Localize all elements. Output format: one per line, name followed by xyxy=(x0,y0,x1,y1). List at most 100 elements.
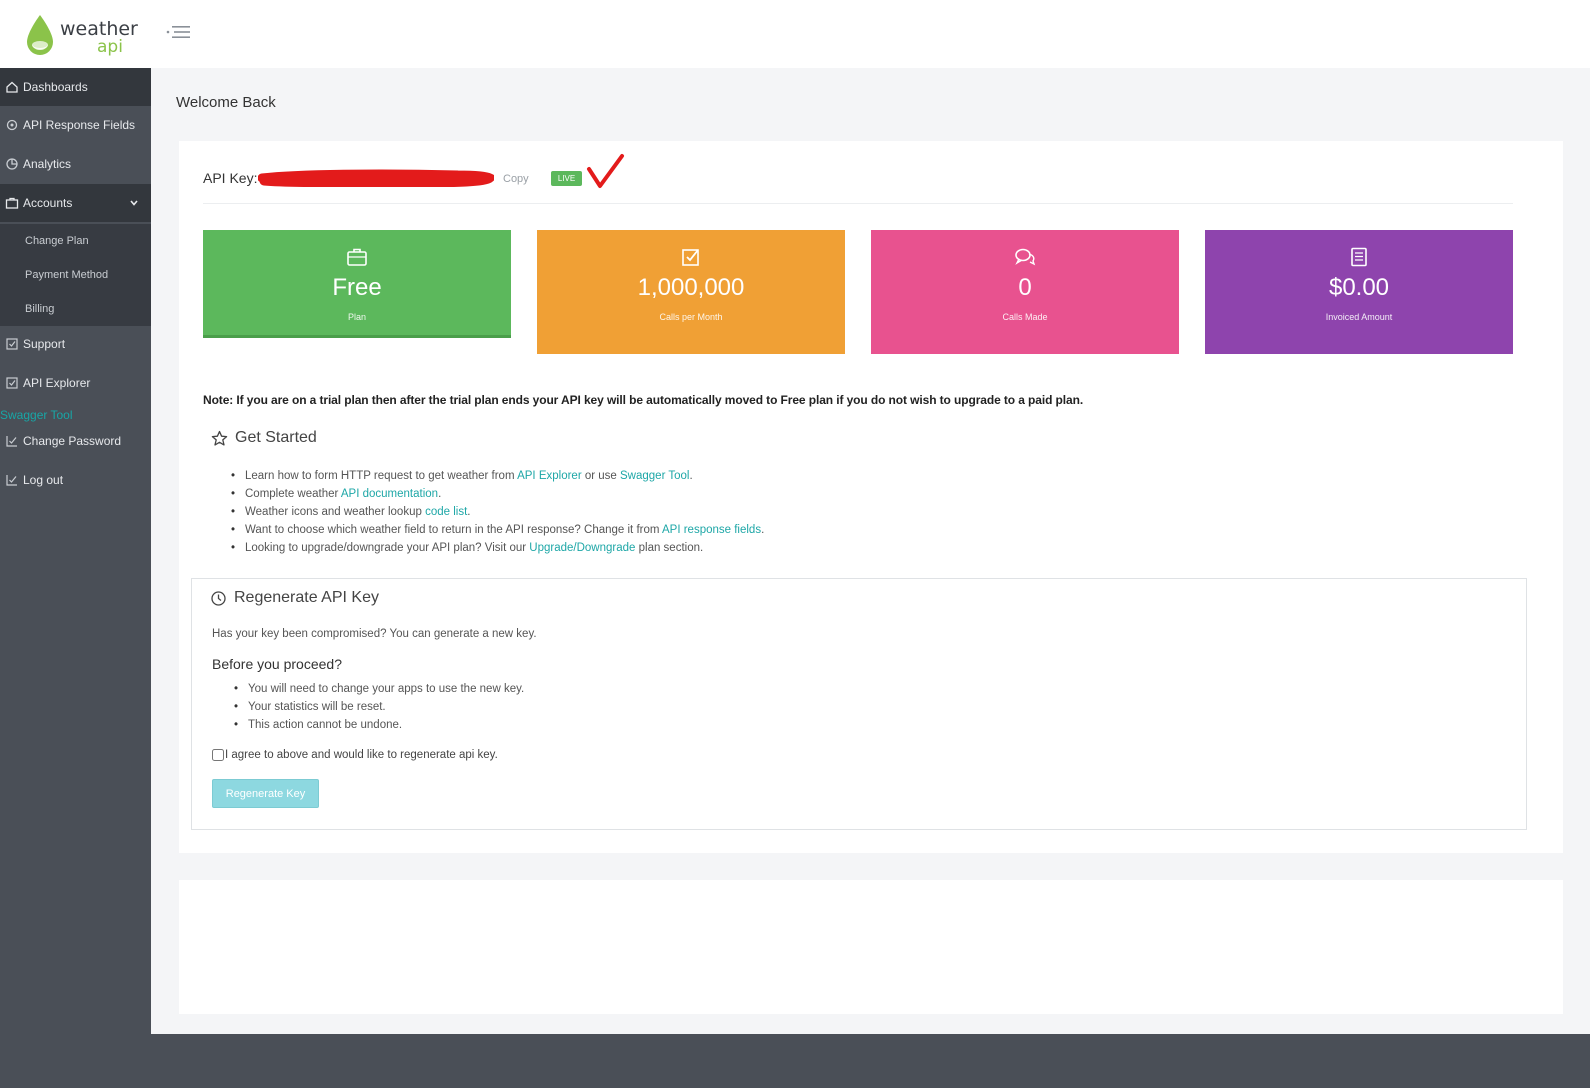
footer-bar xyxy=(151,1034,1590,1088)
chevron-down-icon xyxy=(130,200,138,206)
list-item-text: Want to choose which weather field to re… xyxy=(245,524,662,536)
submenu-item-billing[interactable]: Billing xyxy=(25,303,54,315)
sidebar-item-label: API Response Fields xyxy=(23,118,136,132)
sidebar-item-label: API Explorer xyxy=(23,376,91,390)
stat-tile-calls-per-month[interactable]: 1,000,000 Calls per Month xyxy=(537,230,845,354)
list-item-text: . xyxy=(438,488,442,500)
top-header: weather api xyxy=(0,0,1590,68)
api-documentation-link[interactable]: API documentation xyxy=(341,488,438,500)
list-item-text: . xyxy=(761,524,765,536)
regenerate-title: Regenerate API Key xyxy=(234,589,379,606)
before-proceed-heading: Before you proceed? xyxy=(212,656,342,672)
list-item: Your statistics will be reset. xyxy=(234,698,524,716)
tile-value: 1,000,000 xyxy=(637,274,745,301)
edit-icon xyxy=(6,338,18,350)
tile-label: Plan xyxy=(347,312,366,322)
sidebar-item-label: Support xyxy=(23,337,66,351)
edit-icon xyxy=(6,377,18,389)
stat-tile-calls-made[interactable]: 0 Calls Made xyxy=(871,230,1179,354)
agree-checkbox-row[interactable]: I agree to above and would like to regen… xyxy=(212,749,498,761)
tile-value: Free xyxy=(332,274,382,301)
document-icon xyxy=(1351,247,1367,267)
empty-panel xyxy=(179,880,1563,1014)
sidebar-link-swagger-tool[interactable]: Swagger Tool xyxy=(0,408,73,422)
gear-icon xyxy=(6,119,18,131)
get-started-list: Learn how to form HTTP request to get we… xyxy=(231,467,764,557)
compromised-question: Has your key been compromised? You can g… xyxy=(212,628,537,640)
submenu-item-change-plan[interactable]: Change Plan xyxy=(25,235,89,247)
list-item: Want to choose which weather field to re… xyxy=(231,521,764,539)
trial-plan-note: Note: If you are on a trial plan then af… xyxy=(203,393,1084,407)
proceed-warnings-list: You will need to change your apps to use… xyxy=(234,680,524,734)
list-item: Complete weather API documentation. xyxy=(231,485,764,503)
regenerate-key-button[interactable]: Regenerate Key xyxy=(212,779,319,808)
sidebar-item-label: Change Password xyxy=(23,434,122,448)
list-item-text: Looking to upgrade/downgrade your API pl… xyxy=(245,542,530,554)
sidebar-item-dashboards[interactable]: Dashboards xyxy=(0,68,151,106)
briefcase-icon xyxy=(347,248,367,266)
sidebar-item-log-out[interactable]: Log out xyxy=(0,461,151,499)
sidebar-item-api-explorer[interactable]: API Explorer xyxy=(0,364,151,402)
red-checkmark-annotation-icon xyxy=(587,154,624,188)
edit-icon xyxy=(6,475,17,486)
sidebar-item-support[interactable]: Support xyxy=(0,325,151,363)
regenerate-heading: Regenerate API Key xyxy=(210,589,379,607)
main-content: Welcome Back API Key: Copy LIVE Free Pla… xyxy=(151,68,1590,1034)
dashboard-card: API Key: Copy LIVE Free Plan 1,000,000 C… xyxy=(179,141,1563,853)
tile-value: 0 xyxy=(1018,274,1032,301)
edit-icon xyxy=(6,436,17,447)
water-drop-logo-icon xyxy=(27,15,53,55)
home-icon xyxy=(6,81,18,93)
sidebar-item-label: Analytics xyxy=(23,157,72,171)
list-item-text: Learn how to form HTTP request to get we… xyxy=(245,470,518,482)
page-title: Welcome Back xyxy=(176,94,276,111)
list-item: Looking to upgrade/downgrade your API pl… xyxy=(231,539,764,557)
sidebar-item-label: Log out xyxy=(23,473,64,487)
list-item: Weather icons and weather lookup code li… xyxy=(231,503,764,521)
copy-api-key-link[interactable]: Copy xyxy=(503,173,529,185)
api-key-label: API Key: xyxy=(203,170,258,186)
tile-label: Invoiced Amount xyxy=(1325,312,1393,322)
code-list-link[interactable]: code list xyxy=(425,506,467,518)
list-item: You will need to change your apps to use… xyxy=(234,680,524,698)
list-item-text: plan section. xyxy=(635,542,704,554)
live-status-badge: LIVE xyxy=(551,171,582,186)
logo-word-api: api xyxy=(97,37,123,57)
chart-icon xyxy=(6,158,18,170)
get-started-title: Get Started xyxy=(235,429,317,446)
api-explorer-link[interactable]: API Explorer xyxy=(517,470,582,482)
chat-icon xyxy=(1015,248,1036,266)
tile-label: Calls Made xyxy=(1002,312,1048,322)
submenu-item-payment-method[interactable]: Payment Method xyxy=(25,269,108,281)
clock-icon xyxy=(211,590,226,606)
accounts-submenu: Change Plan Payment Method Billing xyxy=(0,224,151,326)
checkbox-icon xyxy=(682,249,699,266)
sidebar-item-change-password[interactable]: Change Password xyxy=(0,422,151,460)
list-item-text: Complete weather xyxy=(245,488,341,500)
sidebar-item-analytics[interactable]: Analytics xyxy=(0,145,151,183)
regenerate-key-panel: Regenerate API Key Has your key been com… xyxy=(191,578,1527,830)
sidebar-item-label: Dashboards xyxy=(23,80,88,94)
get-started-heading: Get Started xyxy=(211,429,317,447)
sidebar-item-api-response-fields[interactable]: API Response Fields xyxy=(0,106,151,144)
weatherapi-logo[interactable]: weather api xyxy=(24,12,138,62)
list-item-text: or use xyxy=(581,470,621,482)
tile-value: $0.00 xyxy=(1328,274,1390,301)
sidebar-item-accounts[interactable]: Accounts xyxy=(0,184,151,222)
agree-checkbox[interactable] xyxy=(212,749,224,761)
briefcase-icon xyxy=(5,197,19,209)
list-item-text: . xyxy=(467,506,471,518)
api-key-row: API Key: Copy LIVE xyxy=(203,154,803,189)
list-item: This action cannot be undone. xyxy=(234,716,524,734)
upgrade-downgrade-link[interactable]: Upgrade/Downgrade xyxy=(529,542,635,554)
star-icon xyxy=(211,430,228,446)
list-item-text: Weather icons and weather lookup xyxy=(245,506,426,518)
menu-toggle-icon[interactable] xyxy=(166,24,192,42)
stat-tile-plan[interactable]: Free Plan xyxy=(203,230,511,338)
swagger-tool-link[interactable]: Swagger Tool xyxy=(620,470,689,482)
tile-label: Calls per Month xyxy=(659,312,723,322)
stat-tile-invoiced-amount[interactable]: $0.00 Invoiced Amount xyxy=(1205,230,1513,354)
api-response-fields-link[interactable]: API response fields xyxy=(662,524,761,536)
agree-label: I agree to above and would like to regen… xyxy=(225,749,498,761)
list-item: Learn how to form HTTP request to get we… xyxy=(231,467,764,485)
